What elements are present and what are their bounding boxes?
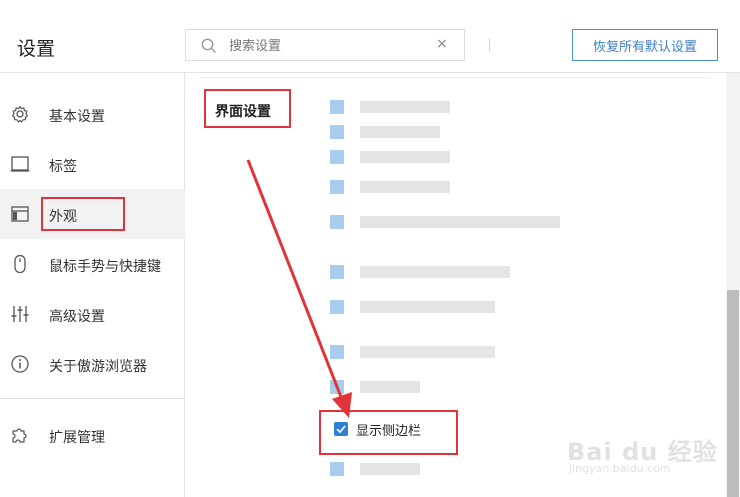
sidebar-item-label: 扩展管理 [49, 430, 105, 446]
sidebar-item-label: 鼠标手势与快捷键 [49, 259, 161, 275]
sidebar-item-label: 基本设置 [49, 109, 105, 125]
content-top-border [200, 77, 710, 78]
restore-defaults-button[interactable]: 恢复所有默认设置 [572, 29, 718, 61]
sidebar-item-about[interactable]: 关于傲游浏览器 [0, 339, 185, 389]
sidebar-item-label: 标签 [49, 159, 77, 175]
baidu-jingyan-watermark: Bai du 经验 jingyan.baidu.com [567, 432, 727, 482]
sidebar-item-mouse-gestures[interactable]: 鼠标手势与快捷键 [0, 239, 185, 289]
search-icon [201, 38, 216, 53]
sidebar-item-label: 高级设置 [49, 309, 105, 325]
info-icon [11, 355, 29, 373]
sidebar-item-extensions[interactable]: 扩展管理 [0, 410, 185, 460]
mouse-icon [14, 254, 26, 274]
search-input[interactable] [229, 36, 429, 56]
clear-search-button[interactable]: × [436, 36, 448, 52]
highlight-box-appearance [41, 197, 125, 231]
sidebar-item-basic-settings[interactable]: 基本设置 [0, 89, 185, 139]
sidebar-item-advanced[interactable]: 高级设置 [0, 289, 185, 339]
watermark-url: jingyan.baidu.com [569, 462, 671, 475]
page-title: 设置 [17, 38, 56, 60]
tab-icon [10, 156, 30, 172]
sidebar-item-tabs[interactable]: 标签 [0, 139, 185, 189]
sidebar-divider [0, 398, 185, 399]
sidebar-item-label: 关于傲游浏览器 [49, 359, 147, 375]
gear-icon [11, 105, 29, 123]
window-icon [11, 206, 29, 222]
highlight-box-section-title [204, 89, 291, 128]
puzzle-icon [12, 428, 27, 443]
search-box[interactable]: × [185, 29, 465, 61]
scrollbar-thumb[interactable] [727, 290, 739, 497]
header-divider [489, 38, 490, 52]
sliders-icon [11, 306, 29, 322]
sidebar: 基本设置 标签 外观 鼠标手势与快捷键 高级设置 关于傲游浏览器 扩展管理 [0, 73, 185, 497]
highlight-box-show-sidebar [319, 410, 458, 455]
